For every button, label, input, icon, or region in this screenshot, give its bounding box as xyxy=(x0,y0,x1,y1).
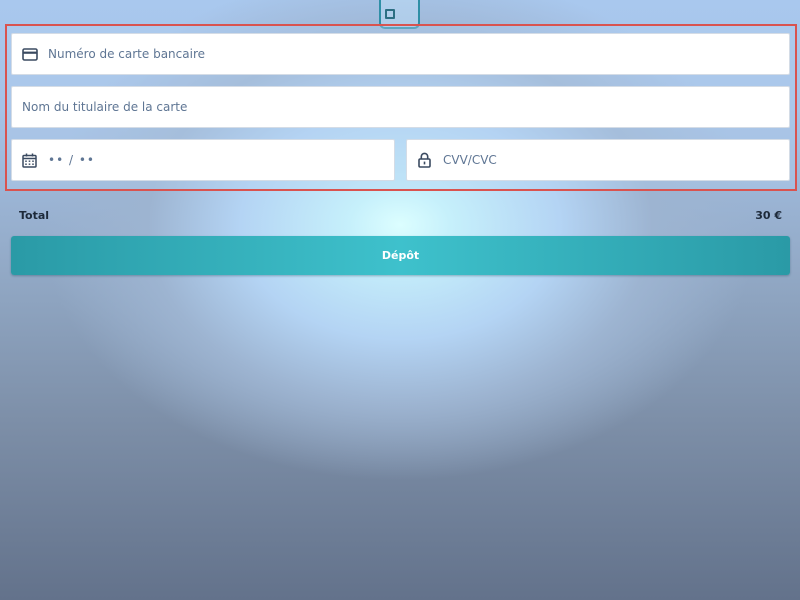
card-number-field[interactable]: Numéro de carte bancaire xyxy=(11,33,790,75)
deposit-button[interactable]: Dépôt xyxy=(11,236,790,275)
card-holder-field[interactable]: Nom du titulaire de la carte xyxy=(11,86,790,128)
card-chip-icon xyxy=(385,9,395,19)
credit-card-icon xyxy=(22,48,38,64)
cvv-placeholder: CVV/CVC xyxy=(443,153,497,167)
total-value: 30 € xyxy=(755,209,782,222)
total-label: Total xyxy=(19,209,50,222)
padlock-icon xyxy=(418,152,431,171)
cvv-field[interactable]: CVV/CVC xyxy=(406,139,790,181)
card-number-placeholder: Numéro de carte bancaire xyxy=(48,47,205,61)
total-row: Total 30 € xyxy=(19,209,782,222)
expiry-date-field[interactable]: •• / •• xyxy=(11,139,395,181)
calendar-icon xyxy=(22,153,37,171)
expiry-placeholder: •• / •• xyxy=(48,153,95,167)
card-holder-placeholder: Nom du titulaire de la carte xyxy=(22,100,188,114)
